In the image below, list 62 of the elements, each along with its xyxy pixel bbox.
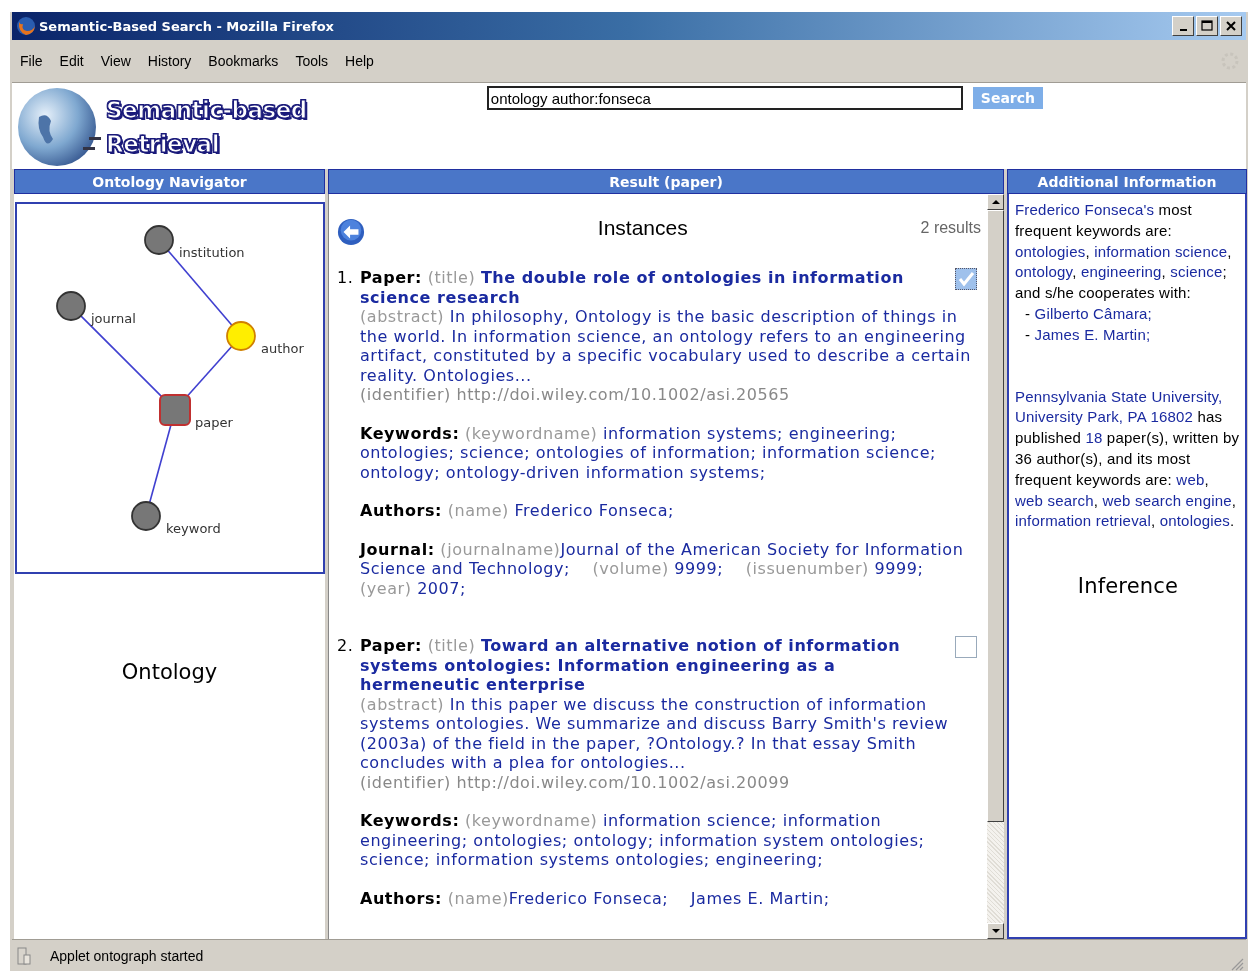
- menu-item[interactable]: View: [100, 53, 131, 69]
- menu-item[interactable]: Edit: [59, 53, 84, 69]
- checkbox[interactable]: [955, 636, 977, 658]
- info-paragraph: Pennsylvania State University, University Park, PA 16802 has published 18 paper(s), written by 36 author(s), and its most frequent keywords are: web, web search, web search engine, information retrieval, ontologies.: [1015, 386, 1241, 532]
- paper-title[interactable]: Paper: (title) The double role of ontologies in information science research: [360, 268, 929, 307]
- browser-logo-icon: [16, 16, 36, 36]
- scroll-down-button[interactable]: [987, 923, 1004, 939]
- field-entry: Keywords: (keywordname) information systems; engineering; ontologies; science; ontologies of information; information science; ontology; ontology-driven information systems;: [360, 423, 937, 482]
- panel-header: Result (paper): [328, 169, 1004, 194]
- menu-item[interactable]: Help: [345, 53, 374, 69]
- logo-text: Retrieval: [106, 130, 221, 159]
- scroll-up-button[interactable]: [987, 194, 1004, 210]
- menu-item[interactable]: History: [147, 53, 192, 69]
- graph-node[interactable]: [225, 321, 256, 351]
- paper-title[interactable]: Paper: (title) Toward an alternative notion of information systems ontologies: Information engineering as a hermeneutic enterprise: [360, 636, 929, 695]
- applet-icon: [16, 945, 32, 966]
- minimize-button[interactable]: [1172, 16, 1194, 36]
- panel-header: Ontology Navigator: [14, 169, 325, 194]
- graph-node[interactable]: [130, 501, 161, 531]
- results-heading: Instances: [596, 218, 689, 238]
- checkbox[interactable]: [955, 268, 977, 290]
- identifier-text: (identifier) http://doi.wiley.com/10.1002/asi.20565: [360, 385, 791, 405]
- maximize-button[interactable]: [1196, 16, 1218, 36]
- logo-text: Semantic-based: [106, 96, 307, 125]
- status-text: Applet ontograph started: [50, 947, 205, 964]
- menu-item[interactable]: File: [20, 53, 43, 69]
- graph-node[interactable]: [143, 225, 174, 255]
- node-label: paper: [194, 415, 233, 430]
- info-paragraph: Frederico Fonseca's most frequent keywords are: ontologies, information science, ontology, engineering, science; and s/he cooperates with:: [1015, 200, 1233, 304]
- list-entry: - Gilberto Câmara;: [1025, 304, 1153, 324]
- result-number: 1.: [337, 268, 355, 289]
- panel-caption: Ontology: [121, 660, 218, 684]
- menu-item[interactable]: Tools: [295, 53, 329, 69]
- node-label: institution: [178, 245, 245, 260]
- close-button[interactable]: [1220, 16, 1242, 36]
- caret-down-icon: [991, 929, 1000, 933]
- graph-node[interactable]: [158, 394, 191, 426]
- result-count: 2 results: [920, 218, 981, 238]
- list-entry: - James E. Martin;: [1025, 324, 1152, 345]
- window-title: Semantic-Based Search - Mozilla Firefox: [39, 18, 335, 34]
- abstract-text: (abstract) In this paper we discuss the construction of information systems ontologies. We summarize and discuss Barry Smith's review (2003a) of the field in the paper, ?Ontology.? In that essay Smith concludes with a plea for ontologies...: [360, 694, 950, 773]
- node-label: keyword: [165, 521, 221, 536]
- resize-grip-icon[interactable]: [1230, 957, 1244, 971]
- field-entry: Authors: (name) Frederico Fonseca;: [360, 501, 675, 521]
- minimize-icon: [1179, 29, 1187, 31]
- close-icon: [1223, 19, 1239, 33]
- panel-header: Additional Information: [1007, 169, 1247, 194]
- search-field[interactable]: ontology author:fonseca: [486, 86, 963, 110]
- caret-up-icon: [991, 200, 1000, 204]
- maximize-icon: [1199, 19, 1215, 33]
- menu-item[interactable]: Bookmarks: [208, 53, 279, 69]
- node-label: journal: [90, 311, 136, 326]
- scroll-thumb[interactable]: [987, 210, 1004, 822]
- graph-node[interactable]: [55, 291, 86, 321]
- identifier-text: (identifier) http://doi.wiley.com/10.1002/asi.20099: [360, 772, 791, 792]
- field-entry: Keywords: (keywordname) information science; information engineering; ontologies; ontology; information system ontologies; science; information systems ontologies; engineering;: [360, 811, 926, 870]
- field-entry: Authors: (name)Frederico Fonseca; James E. Martin;: [360, 888, 831, 908]
- field-entry: Journal: (journalname)Journal of the American Society for Information Science and Technology; (volume) 9999; (issuenumber) 9999; (year) 2007;: [360, 539, 965, 598]
- result-number: 2.: [337, 636, 355, 657]
- abstract-text: (abstract) In philosophy, Ontology is the basic description of things in the world. In information science, an ontology refers to an engineering artifact, constituted by a specific vocabulary used to describe a certain reality. Ontologies...: [360, 307, 972, 385]
- node-label: author: [260, 341, 304, 356]
- panel-caption: Inference: [1076, 576, 1180, 597]
